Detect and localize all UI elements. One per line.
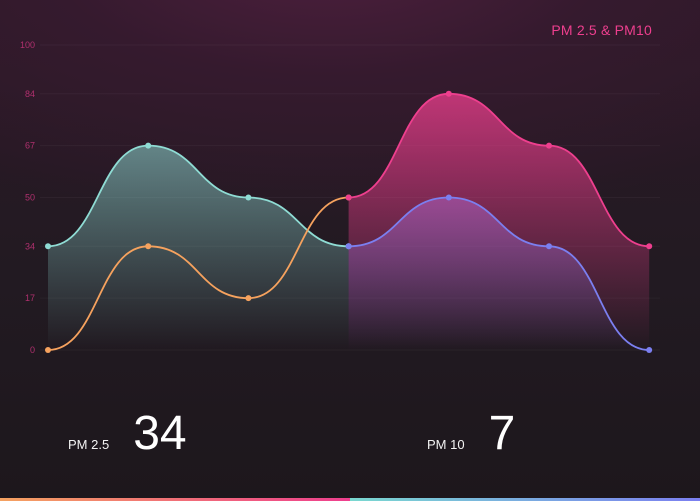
data-point — [445, 90, 452, 97]
chart-panel: 100 84 67 50 34 17 0 PM 2.5 & PM10 PM 2.5 34 P… — [0, 0, 700, 501]
y-tick-label: 0 — [30, 345, 35, 355]
y-tick-label: 34 — [25, 241, 35, 251]
pm10-label: PM 10 — [427, 437, 465, 452]
data-point — [245, 295, 252, 302]
data-point — [646, 347, 653, 353]
y-tick-label: 50 — [25, 193, 35, 203]
data-point — [145, 142, 152, 149]
data-point — [45, 243, 51, 250]
data-point — [445, 194, 452, 201]
data-point — [145, 243, 152, 250]
data-point — [345, 194, 352, 201]
y-tick-label: 67 — [25, 141, 35, 151]
pm10-stat: PM 10 7 — [427, 410, 515, 458]
chart-title: PM 2.5 & PM10 — [551, 22, 652, 38]
y-tick-label: 17 — [25, 293, 35, 303]
pm25-value: 34 — [133, 407, 187, 460]
pm10-value: 7 — [488, 407, 516, 460]
y-tick-label: 84 — [25, 89, 35, 99]
data-point — [45, 347, 51, 353]
data-point — [345, 243, 352, 250]
data-point — [646, 243, 653, 250]
pm25-label: PM 2.5 — [68, 437, 110, 452]
pm25-stat: PM 2.5 34 — [68, 410, 187, 458]
series-area — [48, 145, 349, 350]
data-point — [546, 142, 552, 149]
data-point — [546, 243, 552, 250]
y-tick-label: 100 — [20, 40, 35, 50]
data-point — [245, 194, 252, 201]
